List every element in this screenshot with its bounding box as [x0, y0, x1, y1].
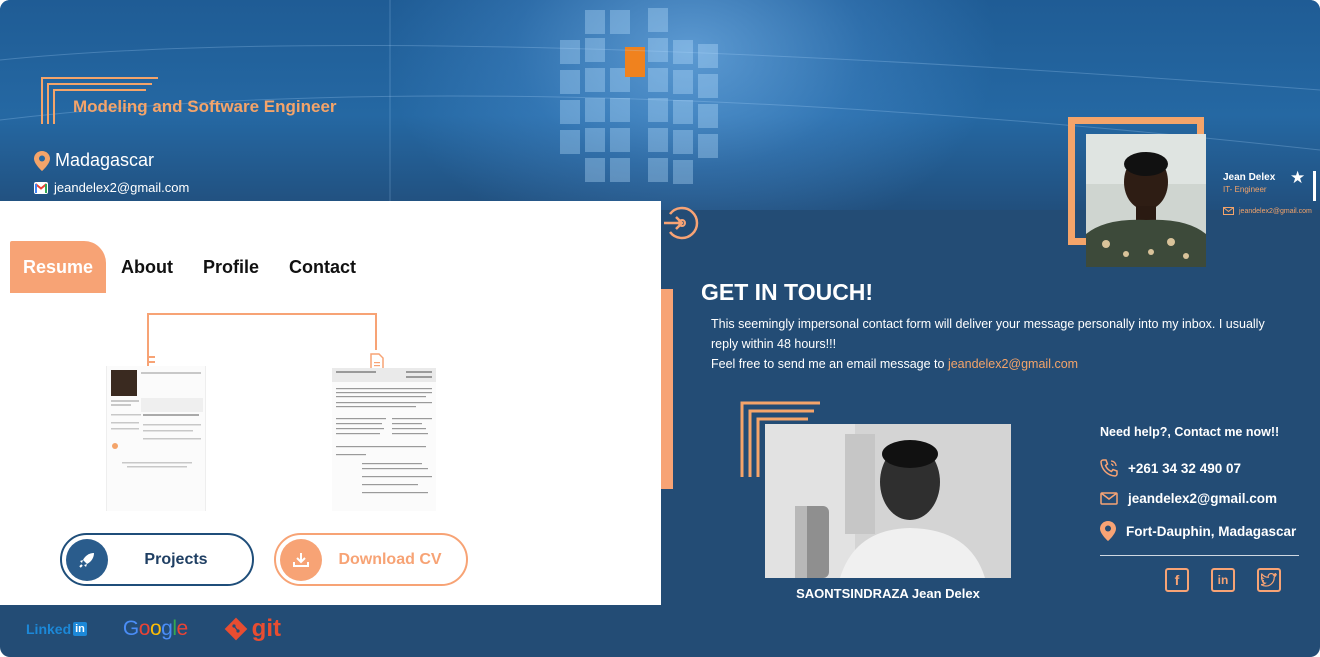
profile-bar [1313, 171, 1316, 201]
email-contact-row[interactable]: jeandelex2@gmail.com [1100, 491, 1277, 506]
email-invite-line: Feel free to send me an email message to… [711, 354, 1271, 374]
git-diamond-icon [224, 617, 247, 641]
preview-connector-lines [147, 313, 384, 372]
photo-caption: SAONTSINDRAZA Jean Delex [796, 586, 980, 601]
get-in-touch-text: This seemingly impersonal contact form w… [711, 314, 1271, 374]
page: Modeling and Software Engineer Madagasca… [0, 0, 1320, 657]
download-cv-button[interactable]: Download CV [274, 533, 468, 586]
email-text: jeandelex2@gmail.com [54, 180, 190, 195]
location-row: Madagascar [34, 150, 154, 171]
linkedin-icon[interactable]: in [1211, 568, 1235, 592]
tab-profile[interactable]: Profile [188, 241, 274, 293]
get-in-touch-title: GET IN TOUCH! [701, 279, 874, 305]
twitter-icon[interactable] [1257, 568, 1281, 592]
address-text: Fort-Dauphin, Madagascar [1126, 523, 1297, 539]
help-title: Need help?, Contact me now!! [1100, 425, 1280, 439]
email-invite-text: Feel free to send me an email message to [711, 357, 945, 371]
download-icon [280, 538, 322, 581]
contact-photo [765, 424, 1011, 578]
tagline: Modeling and Software Engineer [73, 97, 337, 116]
profile-email-text: jeandelex2@gmail.com [1239, 207, 1312, 215]
profile-name: Jean Delex [1223, 172, 1276, 183]
git-logo[interactable]: git [224, 615, 281, 643]
linkedin-logo[interactable]: Linked in [26, 621, 87, 637]
download-label: Download CV [338, 550, 442, 568]
mail-icon [1223, 207, 1234, 215]
social-links: f in [1165, 568, 1281, 592]
linkedin-word: Linked [26, 621, 72, 637]
projects-button[interactable]: Projects [60, 533, 254, 586]
projects-label: Projects [144, 550, 208, 568]
login-icon[interactable] [662, 204, 700, 242]
star-icon[interactable]: ★ [1290, 168, 1305, 188]
facebook-icon[interactable]: f [1165, 568, 1189, 592]
profile-role: IT- Engineer [1223, 185, 1267, 194]
google-logo[interactable]: Google [123, 617, 188, 641]
envelope-icon [1100, 492, 1118, 505]
rocket-icon [66, 538, 108, 581]
gmail-icon [34, 181, 48, 194]
email-row[interactable]: jeandelex2@gmail.com [34, 180, 189, 195]
cv-preview-thumbnail[interactable] [332, 368, 436, 511]
location-pin-icon [1100, 521, 1116, 541]
phone-text: +261 34 32 490 07 [1128, 460, 1241, 476]
address-row: Fort-Dauphin, Madagascar [1100, 521, 1296, 541]
accent-bar [661, 289, 673, 489]
contact-email-text: jeandelex2@gmail.com [1128, 491, 1277, 506]
email-link[interactable]: jeandelex2@gmail.com [948, 357, 1078, 371]
phone-row[interactable]: +261 34 32 490 07 [1100, 459, 1241, 477]
resume-panel: Resume About Profile Contact Projects Do… [0, 201, 661, 605]
location-text: Madagascar [55, 150, 155, 170]
phone-icon [1100, 459, 1118, 477]
git-word: git [251, 615, 281, 642]
tab-bar: Resume About Profile Contact [10, 241, 371, 293]
profile-photo [1086, 134, 1206, 267]
footer-logos: Linked in Google git [26, 615, 281, 643]
divider [1100, 555, 1299, 556]
location-pin-icon [34, 150, 50, 171]
linkedin-box: in [73, 622, 87, 636]
tab-resume[interactable]: Resume [10, 241, 106, 293]
tab-contact[interactable]: Contact [274, 241, 371, 293]
profile-email-row[interactable]: jeandelex2@gmail.com [1223, 207, 1312, 215]
tab-about[interactable]: About [106, 241, 188, 293]
get-in-touch-paragraph: This seemingly impersonal contact form w… [711, 317, 1265, 351]
profile-preview-thumbnail[interactable] [106, 366, 206, 511]
